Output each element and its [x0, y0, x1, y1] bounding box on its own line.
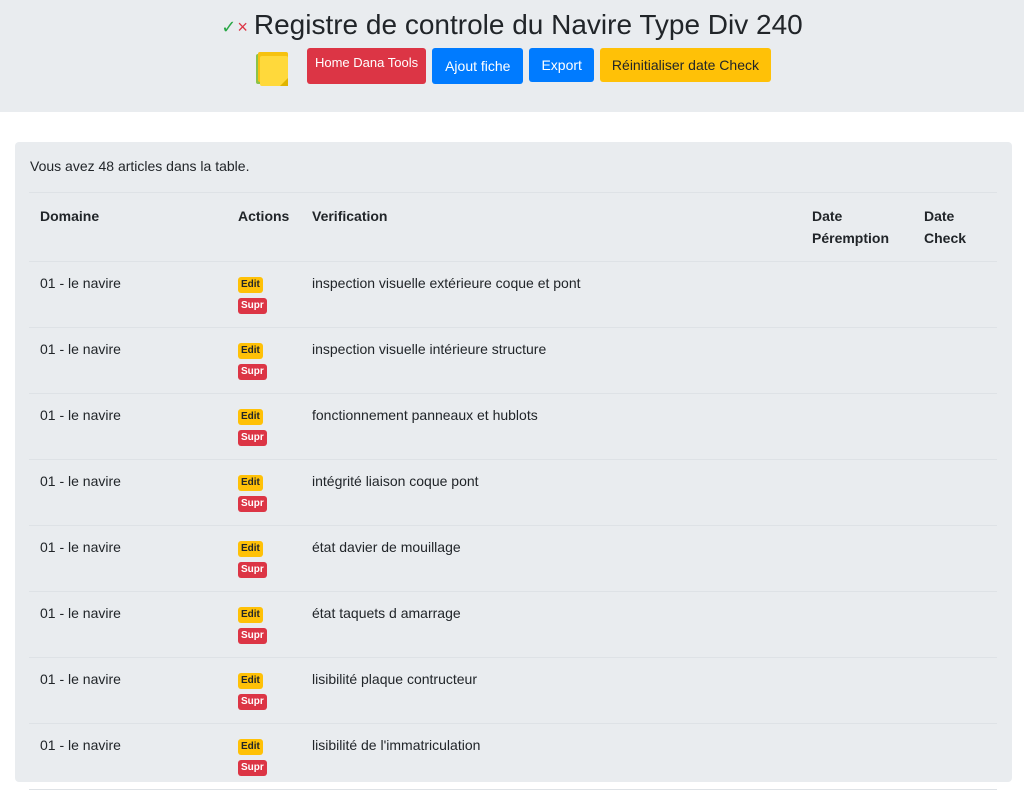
- cell-actions: Edit Supr: [227, 459, 301, 526]
- column-header-date-check-line1: Date: [924, 208, 955, 224]
- column-header-date-peremption-line1: Date: [812, 208, 843, 224]
- page-title: Registre de controle du Navire Type Div …: [253, 9, 803, 40]
- cell-verification: lisibilité plaque contructeur: [301, 657, 801, 724]
- cell-actions: Edit Supr: [227, 591, 301, 658]
- cell-verification: état taquets d amarrage: [301, 591, 801, 658]
- column-header-domain[interactable]: Domaine: [29, 192, 227, 262]
- table-row: 01 - le navire Edit Supr lisibilité plaq…: [29, 657, 997, 724]
- column-header-date-peremption-line2: Péremption: [812, 230, 890, 246]
- cell-date-peremption: [801, 459, 913, 526]
- cell-actions: Edit Supr: [227, 261, 301, 328]
- title-row: ✓ × Registre de controle du Navire Type …: [0, 8, 1024, 42]
- toolbar: Home Dana Tools Ajout fiche Export Réini…: [0, 48, 1024, 88]
- delete-button[interactable]: Supr: [238, 364, 267, 380]
- page-header: ✓ × Registre de controle du Navire Type …: [0, 0, 1024, 112]
- cell-domain: 01 - le navire: [29, 327, 227, 394]
- table-row: 01 - le navire Edit Supr état davier de …: [29, 525, 997, 592]
- edit-button[interactable]: Edit: [238, 541, 263, 557]
- table-row: 01 - le navire Edit Supr lisibilité de l…: [29, 723, 997, 790]
- column-header-actions: Actions: [227, 192, 301, 262]
- cell-date-check: [913, 591, 997, 658]
- edit-button[interactable]: Edit: [238, 409, 263, 425]
- delete-button[interactable]: Supr: [238, 298, 267, 314]
- cell-domain: 01 - le navire: [29, 657, 227, 724]
- reset-check-date-button[interactable]: Réinitialiser date Check: [599, 48, 771, 82]
- table-row: 01 - le navire Edit Supr état taquets d …: [29, 591, 997, 658]
- delete-button[interactable]: Supr: [238, 694, 267, 710]
- check-icon: ✓: [221, 16, 237, 37]
- cell-domain: 01 - le navire: [29, 525, 227, 592]
- cell-date-check: [913, 657, 997, 724]
- edit-button[interactable]: Edit: [238, 673, 263, 689]
- export-button[interactable]: Export: [529, 48, 594, 82]
- cross-icon: ×: [237, 16, 248, 37]
- cell-date-peremption: [801, 393, 913, 460]
- cell-actions: Edit Supr: [227, 327, 301, 394]
- table-row: 01 - le navire Edit Supr inspection visu…: [29, 261, 997, 328]
- sticky-notes-icon[interactable]: [253, 50, 291, 88]
- cell-verification: inspection visuelle intérieure structure: [301, 327, 801, 394]
- cell-actions: Edit Supr: [227, 723, 301, 790]
- delete-button[interactable]: Supr: [238, 562, 267, 578]
- delete-button[interactable]: Supr: [238, 760, 267, 776]
- cell-verification: intégrité liaison coque pont: [301, 459, 801, 526]
- cell-verification: état davier de mouillage: [301, 525, 801, 592]
- cell-verification: lisibilité de l'immatriculation: [301, 723, 801, 790]
- cell-domain: 01 - le navire: [29, 393, 227, 460]
- table-row: 01 - le navire Edit Supr inspection visu…: [29, 327, 997, 394]
- table-row: 01 - le navire Edit Supr intégrité liais…: [29, 459, 997, 526]
- table-row: 01 - le navire Edit Supr fonctionnement …: [29, 393, 997, 460]
- cell-date-check: [913, 327, 997, 394]
- cell-date-check: [913, 459, 997, 526]
- cell-date-check: [913, 723, 997, 790]
- delete-button[interactable]: Supr: [238, 430, 267, 446]
- register-card: Vous avez 48 articles dans la table. Dom…: [15, 142, 1012, 790]
- edit-button[interactable]: Edit: [238, 343, 263, 359]
- cell-date-peremption: [801, 723, 913, 790]
- cell-actions: Edit Supr: [227, 525, 301, 592]
- cell-date-peremption: [801, 525, 913, 592]
- edit-button[interactable]: Edit: [238, 607, 263, 623]
- home-dana-tools-button[interactable]: Home Dana Tools: [306, 48, 427, 84]
- cell-domain: 01 - le navire: [29, 459, 227, 526]
- cell-domain: 01 - le navire: [29, 261, 227, 328]
- delete-button[interactable]: Supr: [238, 628, 267, 644]
- cell-date-peremption: [801, 327, 913, 394]
- cell-actions: Edit Supr: [227, 393, 301, 460]
- table-header-row: Domaine Actions Verification Date Pérempt…: [29, 192, 997, 262]
- edit-button[interactable]: Edit: [238, 739, 263, 755]
- column-header-date-peremption[interactable]: Date Péremption: [801, 192, 913, 262]
- column-header-verification[interactable]: Verification: [301, 192, 801, 262]
- cell-domain: 01 - le navire: [29, 591, 227, 658]
- delete-button[interactable]: Supr: [238, 496, 267, 512]
- edit-button[interactable]: Edit: [238, 475, 263, 491]
- record-count: Vous avez 48 articles dans la table.: [30, 158, 250, 174]
- cell-date-check: [913, 525, 997, 592]
- edit-button[interactable]: Edit: [238, 277, 263, 293]
- cell-date-peremption: [801, 591, 913, 658]
- register-table: Domaine Actions Verification Date Pérempt…: [29, 192, 997, 790]
- add-record-button[interactable]: Ajout fiche: [432, 48, 524, 84]
- cell-actions: Edit Supr: [227, 657, 301, 724]
- column-header-date-check[interactable]: Date Check: [913, 192, 997, 262]
- column-header-date-check-line2: Check: [924, 230, 967, 246]
- cell-date-check: [913, 393, 997, 460]
- cell-date-check: [913, 261, 997, 328]
- cell-domain: 01 - le navire: [29, 723, 227, 790]
- cell-date-peremption: [801, 261, 913, 328]
- cell-verification: inspection visuelle extérieure coque et …: [301, 261, 801, 328]
- cell-verification: fonctionnement panneaux et hublots: [301, 393, 801, 460]
- cell-date-peremption: [801, 657, 913, 724]
